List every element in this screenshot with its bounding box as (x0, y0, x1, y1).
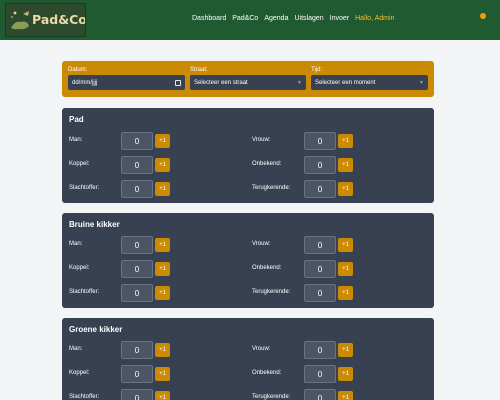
man-count-input[interactable]: 0 (121, 132, 153, 150)
nav-dashboard[interactable]: Dashboard (192, 15, 226, 22)
vrouw-count-input[interactable]: 0 (304, 236, 336, 254)
time-filter: Tijd: Selecteer een moment ▼ (311, 67, 428, 90)
species-card-pad: Pad Man: 0 +1 Vrouw: 0 +1 Koppel: 0 +1 O… (62, 108, 434, 203)
terugkerende-count-input[interactable]: 0 (304, 389, 336, 400)
koppel-count-input[interactable]: 0 (121, 156, 153, 174)
terugkerende-label: Terugkerende: (252, 289, 291, 295)
slachtoffer-count-input[interactable]: 0 (121, 180, 153, 198)
time-label: Tijd: (311, 67, 323, 73)
koppel-count-input[interactable]: 0 (121, 260, 153, 278)
vrouw-label: Vrouw: (252, 137, 271, 143)
street-filter: Straat: Selecteer een straat ▼ (190, 67, 306, 90)
koppel-plus-button[interactable]: +1 (155, 158, 170, 172)
count-row: Koppel: 0 +1 Onbekend: 0 +1 (62, 156, 434, 174)
vrouw-count-input[interactable]: 0 (304, 341, 336, 359)
nav-uitslagen[interactable]: Uitslagen (294, 15, 323, 22)
man-label: Man: (69, 346, 83, 352)
street-value: Selecteer een straat (194, 79, 248, 86)
time-value: Selecteer een moment (315, 79, 376, 86)
vrouw-plus-button[interactable]: +1 (338, 238, 353, 252)
logo-text: Pad&Co (32, 12, 86, 27)
date-value: dd/mm/jjjj (72, 79, 98, 86)
koppel-label: Koppel: (69, 265, 90, 271)
species-card-bruine-kikker: Bruine kikker Man: 0 +1 Vrouw: 0 +1 Kopp… (62, 213, 434, 308)
man-label: Man: (69, 241, 83, 247)
calendar-icon[interactable] (175, 79, 181, 86)
slachtoffer-label: Slachtoffer: (69, 185, 100, 191)
onbekend-count-input[interactable]: 0 (304, 365, 336, 383)
terugkerende-count-input[interactable]: 0 (304, 284, 336, 302)
onbekend-count-input[interactable]: 0 (304, 260, 336, 278)
vrouw-plus-button[interactable]: +1 (338, 134, 353, 148)
count-row: Slachtoffer: 0 +1 Terugkerende: 0 +1 (62, 180, 434, 198)
user-greeting[interactable]: Hallo, Admin (355, 15, 394, 22)
chevron-down-icon: ▼ (419, 79, 424, 86)
count-row: Koppel: 0 +1 Onbekend: 0 +1 (62, 365, 434, 383)
man-count-input[interactable]: 0 (121, 341, 153, 359)
filter-bar: Datum: dd/mm/jjjj Straat: Selecteer een … (62, 61, 434, 97)
count-row: Man: 0 +1 Vrouw: 0 +1 (62, 132, 434, 150)
vrouw-plus-button[interactable]: +1 (338, 343, 353, 357)
koppel-plus-button[interactable]: +1 (155, 367, 170, 381)
onbekend-label: Onbekend: (252, 161, 282, 167)
man-plus-button[interactable]: +1 (155, 238, 170, 252)
count-row: Koppel: 0 +1 Onbekend: 0 +1 (62, 260, 434, 278)
status-dot-icon[interactable] (480, 13, 486, 19)
slachtoffer-plus-button[interactable]: +1 (155, 182, 170, 196)
count-row: Man: 0 +1 Vrouw: 0 +1 (62, 341, 434, 359)
onbekend-label: Onbekend: (252, 370, 282, 376)
species-title: Groene kikker (69, 325, 123, 334)
nav-padco[interactable]: Pad&Co (232, 15, 258, 22)
main-nav: Dashboard Pad&Co Agenda Uitslagen Invoer… (192, 15, 394, 22)
koppel-label: Koppel: (69, 370, 90, 376)
slachtoffer-count-input[interactable]: 0 (121, 284, 153, 302)
street-label: Straat: (190, 67, 208, 73)
terugkerende-plus-button[interactable]: +1 (338, 182, 353, 196)
terugkerende-plus-button[interactable]: +1 (338, 286, 353, 300)
slachtoffer-label: Slachtoffer: (69, 394, 100, 400)
top-navbar: Pad&Co Dashboard Pad&Co Agenda Uitslagen… (0, 0, 500, 40)
nav-agenda[interactable]: Agenda (264, 15, 288, 22)
man-plus-button[interactable]: +1 (155, 134, 170, 148)
terugkerende-label: Terugkerende: (252, 185, 291, 191)
onbekend-label: Onbekend: (252, 265, 282, 271)
logo[interactable]: Pad&Co (5, 3, 86, 37)
species-card-groene-kikker: Groene kikker Man: 0 +1 Vrouw: 0 +1 Kopp… (62, 318, 434, 400)
count-row: Man: 0 +1 Vrouw: 0 +1 (62, 236, 434, 254)
terugkerende-count-input[interactable]: 0 (304, 180, 336, 198)
koppel-label: Koppel: (69, 161, 90, 167)
onbekend-plus-button[interactable]: +1 (338, 158, 353, 172)
man-plus-button[interactable]: +1 (155, 343, 170, 357)
species-title: Bruine kikker (69, 220, 120, 229)
count-row: Slachtoffer: 0 +1 Terugkerende: 0 +1 (62, 389, 434, 400)
man-label: Man: (69, 137, 83, 143)
terugkerende-label: Terugkerende: (252, 394, 291, 400)
koppel-plus-button[interactable]: +1 (155, 262, 170, 276)
onbekend-count-input[interactable]: 0 (304, 156, 336, 174)
slachtoffer-plus-button[interactable]: +1 (155, 286, 170, 300)
nav-invoer[interactable]: Invoer (330, 15, 349, 22)
slachtoffer-label: Slachtoffer: (69, 289, 100, 295)
terugkerende-plus-button[interactable]: +1 (338, 391, 353, 400)
count-row: Slachtoffer: 0 +1 Terugkerende: 0 +1 (62, 284, 434, 302)
vrouw-count-input[interactable]: 0 (304, 132, 336, 150)
vrouw-label: Vrouw: (252, 241, 271, 247)
onbekend-plus-button[interactable]: +1 (338, 262, 353, 276)
date-filter: Datum: dd/mm/jjjj (68, 67, 185, 90)
slachtoffer-plus-button[interactable]: +1 (155, 391, 170, 400)
chevron-down-icon: ▼ (297, 79, 302, 86)
street-select[interactable]: Selecteer een straat ▼ (190, 75, 306, 90)
time-select[interactable]: Selecteer een moment ▼ (311, 75, 428, 90)
slachtoffer-count-input[interactable]: 0 (121, 389, 153, 400)
koppel-count-input[interactable]: 0 (121, 365, 153, 383)
vrouw-label: Vrouw: (252, 346, 271, 352)
toad-logo-icon (11, 11, 29, 30)
onbekend-plus-button[interactable]: +1 (338, 367, 353, 381)
date-input[interactable]: dd/mm/jjjj (68, 75, 185, 90)
man-count-input[interactable]: 0 (121, 236, 153, 254)
date-label: Datum: (68, 67, 88, 73)
species-title: Pad (69, 115, 84, 124)
